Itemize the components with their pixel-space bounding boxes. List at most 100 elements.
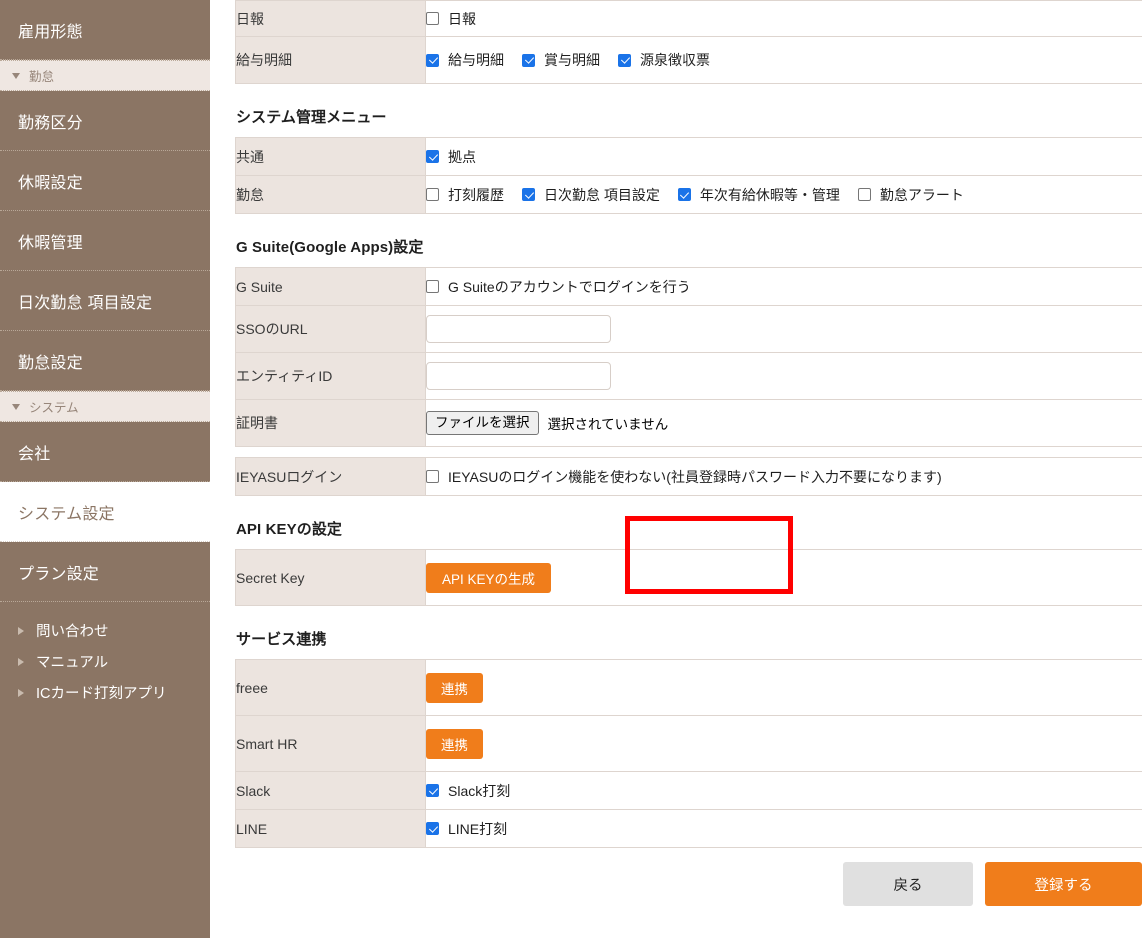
row-label: Smart HR [235,715,426,772]
sidebar-sublink-contact[interactable]: 問い合わせ [0,615,210,646]
checkbox-box-icon[interactable] [677,188,691,201]
checkbox-location[interactable]: 拠点 [426,147,476,167]
table-row: 証明書 ファイルを選択 選択されていません [235,399,1142,447]
sidebar-sublink-manual[interactable]: マニュアル [0,646,210,677]
table-row: エンティティID [235,352,1142,400]
row-value: 給与明細 賞与明細 源泉徴収票 [425,36,1142,84]
sidebar-item-attendance-settings[interactable]: 勤怠設定 [0,331,210,391]
generate-api-key-button[interactable]: API KEYの生成 [426,562,551,593]
sidebar-item-label: 休暇管理 [18,234,83,252]
row-value: 拠点 [425,137,1142,176]
checkbox-daily-attendance-fields[interactable]: 日次勤怠 項目設定 [522,185,660,205]
sidebar-item-label: 会社 [18,445,51,463]
checkbox-box-icon[interactable] [426,150,439,163]
checkbox-withholding-slip[interactable]: 源泉徴収票 [618,50,710,70]
sidebar-sublink-ic-card-app[interactable]: ICカード打刻アプリ [0,677,210,708]
sidebar-item-plan-settings[interactable]: プラン設定 [0,542,210,602]
checkbox-label: G Suiteのアカウントでログインを行う [448,278,691,295]
checkbox-label: 賞与明細 [544,52,600,68]
section-title-system-admin-menu: システム管理メニュー [236,109,387,126]
sidebar-group-label: システム [29,401,79,415]
checkbox-box-icon[interactable] [426,470,439,483]
checkbox-stamp-history[interactable]: 打刻履歴 [426,185,504,205]
checkbox-label: 拠点 [448,148,476,165]
sidebar-item-employment-type[interactable]: 雇用形態 [0,0,210,60]
row-label: 共通 [235,137,426,176]
sidebar-group-system[interactable]: システム [0,391,210,422]
checkbox-label: 勤怠アラート [879,186,964,203]
checkbox-disable-ieyasu-login[interactable]: IEYASUのログイン機能を使わない(社員登録時パスワード入力不要になります) [426,467,942,487]
checkbox-group: Slack打刻 [426,781,1142,801]
sidebar-item-label: 日次勤怠 項目設定 [18,294,153,312]
checkbox-box-icon[interactable] [426,784,439,797]
checkbox-bonus-statement[interactable]: 賞与明細 [522,50,600,70]
row-label: エンティティID [235,352,426,400]
row-value: 連携 [425,715,1142,772]
sidebar-item-leave-management[interactable]: 休暇管理 [0,211,210,271]
checkbox-attendance-alert[interactable]: 勤怠アラート [857,185,964,205]
checkbox-payslip[interactable]: 給与明細 [426,50,504,70]
checkbox-box-icon[interactable] [857,188,871,201]
triangle-right-icon [18,626,24,635]
section-title-gsuite: G Suite(Google Apps)設定 [236,239,424,256]
checkbox-box-icon[interactable] [426,188,439,201]
checkbox-annual-paid-leave[interactable]: 年次有給休暇等・管理 [677,185,840,205]
sidebar-sublink-label: マニュアル [36,655,109,671]
sidebar-item-company[interactable]: 会社 [0,422,210,482]
sidebar-item-label: 勤務区分 [18,114,83,132]
row-label: freee [235,659,426,716]
checkbox-label: 給与明細 [448,52,504,68]
freee-connect-button[interactable]: 連携 [426,672,483,703]
table-api-key: Secret Key API KEYの生成 [235,549,1142,606]
triangle-down-icon [12,72,20,79]
row-label: 日報 [235,0,426,37]
triangle-down-icon [12,403,20,410]
table-system-admin-menu: 共通 拠点 勤怠 打刻履歴 日次勤怠 項目設定 年次有給休暇等・管理 勤怠アラー… [235,137,1142,214]
file-status-text: 選択されていません [547,417,669,432]
row-label: 証明書 [235,399,426,447]
checkbox-box-icon[interactable] [522,188,535,201]
checkbox-line-stamp[interactable]: LINE打刻 [426,819,507,839]
sso-url-input[interactable] [426,315,611,343]
checkbox-gsuite-login[interactable]: G Suiteのアカウントでログインを行う [426,277,691,297]
table-row: 勤怠 打刻履歴 日次勤怠 項目設定 年次有給休暇等・管理 勤怠アラート [235,175,1142,214]
back-button[interactable]: 戻る [843,862,973,906]
checkbox-box-icon[interactable] [618,53,631,67]
sidebar: 雇用形態 勤怠 勤務区分 休暇設定 休暇管理 日次勤怠 項目設定 勤怠設定 シス… [0,0,210,938]
checkbox-box-icon[interactable] [522,53,535,67]
triangle-right-icon [18,657,24,666]
sidebar-item-label: 雇用形態 [18,23,83,41]
form-actions: 戻る 登録する [235,862,1142,906]
checkbox-label: IEYASUのログイン機能を使わない(社員登録時パスワード入力不要になります) [448,468,942,485]
table-row: G Suite G Suiteのアカウントでログインを行う [235,267,1142,306]
choose-file-button[interactable]: ファイルを選択 [426,411,539,435]
checkbox-label: 源泉徴収票 [640,52,710,68]
row-value: 打刻履歴 日次勤怠 項目設定 年次有給休暇等・管理 勤怠アラート [425,175,1142,214]
table-row: 日報 日報 [235,0,1142,37]
table-row: Smart HR 連携 [235,715,1142,772]
smarthr-connect-button[interactable]: 連携 [426,728,483,759]
sidebar-group-attendance[interactable]: 勤怠 [0,60,210,91]
row-label: SSOのURL [235,305,426,353]
checkbox-box-icon[interactable] [426,53,439,67]
row-value: API KEYの生成 [425,549,1142,606]
row-value [425,352,1142,400]
checkbox-slack-stamp[interactable]: Slack打刻 [426,781,510,801]
sidebar-item-leave-settings[interactable]: 休暇設定 [0,151,210,211]
checkbox-box-icon[interactable] [426,822,439,835]
sidebar-item-daily-attendance-fields[interactable]: 日次勤怠 項目設定 [0,271,210,331]
checkbox-box-icon[interactable] [426,12,439,25]
file-picker: ファイルを選択 選択されていません [426,411,1142,435]
sidebar-item-system-settings[interactable]: システム設定 [0,482,210,542]
table-row: SSOのURL [235,305,1142,353]
checkbox-daily-report[interactable]: 日報 [426,9,476,29]
row-value: IEYASUのログイン機能を使わない(社員登録時パスワード入力不要になります) [425,457,1142,496]
checkbox-box-icon[interactable] [426,280,439,293]
entity-id-input[interactable] [426,362,611,390]
row-label: 給与明細 [235,36,426,84]
sidebar-item-work-category[interactable]: 勤務区分 [0,91,210,151]
submit-button[interactable]: 登録する [985,862,1142,906]
sidebar-sublinks: 問い合わせ マニュアル ICカード打刻アプリ [0,602,210,708]
row-value: G Suiteのアカウントでログインを行う [425,267,1142,306]
